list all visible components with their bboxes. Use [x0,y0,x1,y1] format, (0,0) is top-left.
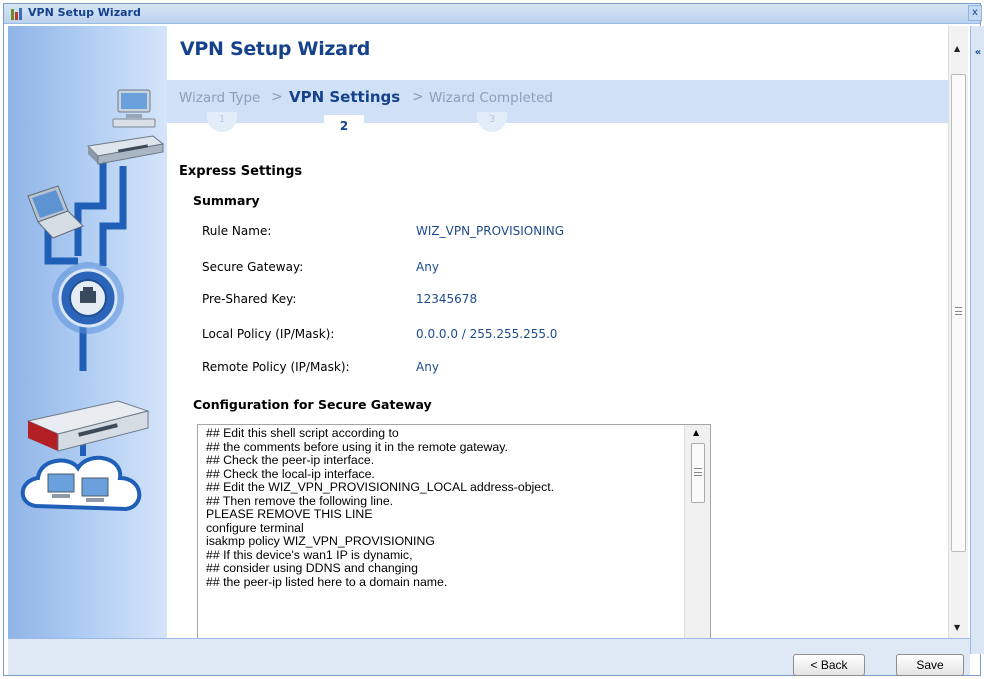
rule-name-value: WIZ_VPN_PROVISIONING [416,224,564,238]
step-number-3: 3 [477,112,507,132]
secure-gateway-label: Secure Gateway: [202,260,304,274]
step-vpn-settings: VPN Settings [289,88,401,106]
wizard-icon [11,8,22,20]
collapse-icon[interactable]: « [972,46,984,60]
scroll-down-icon[interactable]: ▼ [954,623,960,632]
secure-gateway-value: Any [416,260,439,274]
summary-heading: Summary [193,193,260,208]
step-number-2: 2 [324,115,364,141]
wizard-footer: < Back Save [8,638,970,676]
computer-icon [112,89,156,128]
cloud-network-icon [20,455,142,512]
page-scrollbar[interactable]: ▲ ▼ [948,26,968,638]
local-policy-label: Local Policy (IP/Mask): [202,327,335,341]
page-title: VPN Setup Wizard [180,38,371,60]
rule-name-label: Rule Name: [202,224,272,238]
scroll-up-icon[interactable]: ▲ [954,44,960,53]
config-script-text[interactable]: ## Edit this shell script according to #… [206,426,554,589]
step-wizard-completed: Wizard Completed [429,90,553,106]
wizard-illustration [8,26,167,638]
pre-shared-key-label: Pre-Shared Key: [202,292,297,306]
configuration-heading: Configuration for Secure Gateway [193,397,432,412]
close-icon[interactable]: x [968,5,982,21]
config-scroll-thumb[interactable] [691,443,705,503]
pre-shared-key-value: 12345678 [416,292,478,306]
title-bar: VPN Setup Wizard x [4,4,982,24]
config-scrollbar[interactable]: ▲ [684,425,710,638]
remote-policy-value: Any [416,360,439,374]
save-button[interactable]: Save [896,654,964,676]
network-port-icon [52,262,124,334]
step-separator: > [271,89,283,105]
firewall-device-icon [26,400,150,452]
network-diagram-icon [20,89,165,512]
window-title: VPN Setup Wizard [28,6,141,19]
remote-policy-label: Remote Policy (IP/Mask): [202,360,350,374]
scroll-up-icon[interactable]: ▲ [693,428,699,437]
wizard-steps: Wizard Type > VPN Settings > Wizard Comp… [167,80,948,123]
express-settings-heading: Express Settings [179,164,303,179]
switch-icon [86,135,165,165]
local-policy-value: 0.0.0.0 / 255.255.255.0 [416,327,558,341]
step-wizard-type: Wizard Type [179,90,261,106]
step-number-1: 1 [207,112,237,132]
back-button[interactable]: < Back [793,654,865,676]
wizard-content: VPN Setup Wizard Wizard Type > VPN Setti… [167,26,948,638]
side-panel-strip: « [970,26,984,654]
wizard-window: VPN Setup Wizard x VPN Setup Wizard Wiza… [3,3,984,676]
step-separator: > [412,89,424,105]
page-scroll-thumb[interactable] [951,74,966,552]
config-script-textarea[interactable]: ## Edit this shell script according to #… [197,424,711,638]
